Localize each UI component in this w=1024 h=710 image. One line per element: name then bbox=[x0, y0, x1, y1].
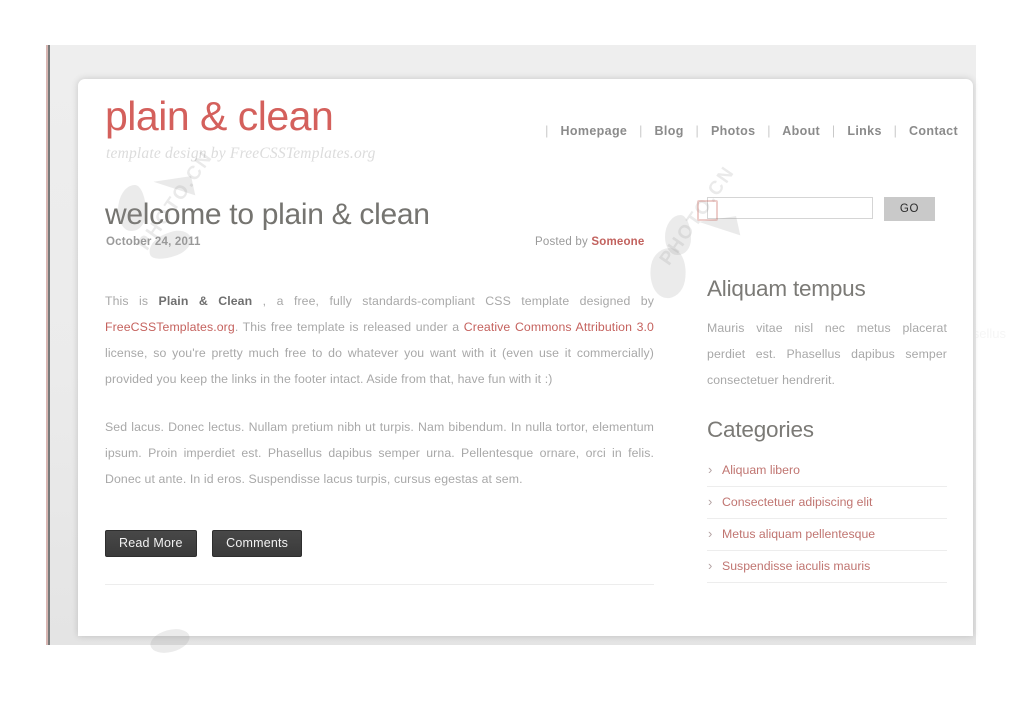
site-header: plain & clean template design by FreeCSS… bbox=[78, 79, 973, 189]
nav-item-blog[interactable]: Blog bbox=[655, 124, 684, 138]
freecsstemplates-link[interactable]: FreeCSSTemplates.org bbox=[105, 320, 235, 334]
sidebar-about-text: Mauris vitae nisl nec metus placerat per… bbox=[707, 321, 947, 387]
search-input[interactable] bbox=[707, 197, 873, 219]
list-item[interactable]: Metus aliquam pellentesque bbox=[707, 519, 947, 551]
main-content-column: welcome to plain & clean October 24, 201… bbox=[105, 197, 654, 585]
post-actions: Read More Comments bbox=[105, 530, 654, 557]
sidebar-heading-aliquam-tempus: Aliquam tempus bbox=[707, 276, 866, 301]
comments-button[interactable]: Comments bbox=[212, 530, 303, 557]
list-item[interactable]: Suspendisse iaculis mauris bbox=[707, 551, 947, 583]
read-more-button[interactable]: Read More bbox=[105, 530, 197, 557]
post-date: October 24, 2011 bbox=[106, 236, 201, 248]
nav-item-about[interactable]: About bbox=[782, 124, 820, 138]
sidebar-heading-categories: Categories bbox=[707, 417, 814, 442]
page-card: plain & clean template design by FreeCSS… bbox=[78, 79, 973, 636]
post-paragraph-1: This is Plain & Clean , a free, fully st… bbox=[105, 288, 654, 392]
search-form[interactable]: GO bbox=[707, 197, 947, 221]
nav-separator: | bbox=[767, 124, 771, 138]
page-title: welcome to plain & clean bbox=[105, 198, 430, 231]
para1-bold-name: Plain & Clean bbox=[158, 294, 253, 308]
category-link-consectetuer[interactable]: Consectetuer adipiscing elit bbox=[722, 495, 872, 509]
nav-separator: | bbox=[893, 124, 898, 138]
para1-seg1: This is bbox=[105, 294, 159, 308]
sidebar-column: GO Aliquam tempus Mauris vitae nisl nec … bbox=[707, 197, 947, 583]
main-navigation[interactable]: | Homepage | Blog | Photos | About | Lin… bbox=[537, 124, 958, 138]
category-list: Aliquam libero Consectetuer adipiscing e… bbox=[707, 455, 947, 583]
nav-separator: | bbox=[545, 124, 549, 138]
post-paragraph-2: Sed lacus. Donec lectus. Nullam pretium … bbox=[105, 420, 654, 486]
nav-separator: | bbox=[639, 124, 643, 138]
author-link[interactable]: Someone bbox=[591, 236, 644, 248]
category-link-metus-aliquam[interactable]: Metus aliquam pellentesque bbox=[722, 527, 875, 541]
category-link-aliquam-libero[interactable]: Aliquam libero bbox=[722, 463, 800, 477]
nav-item-homepage[interactable]: Homepage bbox=[561, 124, 628, 138]
para1-seg2: , a free, fully standards-compliant CSS … bbox=[252, 294, 654, 308]
para1-seg3: . This free template is released under a bbox=[234, 320, 464, 334]
nav-item-links[interactable]: Links bbox=[847, 124, 881, 138]
site-tagline: template design by FreeCSSTemplates.org bbox=[106, 145, 376, 162]
post-author: Posted by Someone bbox=[535, 236, 645, 248]
search-go-button[interactable]: GO bbox=[884, 197, 935, 221]
list-item[interactable]: Aliquam libero bbox=[707, 455, 947, 487]
post-meta: October 24, 2011 Posted by Someone bbox=[105, 236, 654, 258]
list-item[interactable]: Consectetuer adipiscing elit bbox=[707, 487, 947, 519]
nav-separator: | bbox=[695, 124, 700, 138]
site-logo[interactable]: plain & clean bbox=[105, 93, 334, 140]
content-divider bbox=[105, 584, 654, 585]
posted-by-label: Posted by bbox=[535, 236, 592, 248]
creative-commons-link[interactable]: Creative Commons Attribution 3.0 bbox=[464, 320, 654, 334]
nav-item-contact[interactable]: Contact bbox=[909, 124, 958, 138]
para1-seg4: license, so you're pretty much free to d… bbox=[105, 346, 654, 386]
nav-separator: | bbox=[831, 124, 836, 138]
nav-item-photos[interactable]: Photos bbox=[711, 124, 755, 138]
category-link-suspendisse[interactable]: Suspendisse iaculis mauris bbox=[722, 559, 870, 573]
